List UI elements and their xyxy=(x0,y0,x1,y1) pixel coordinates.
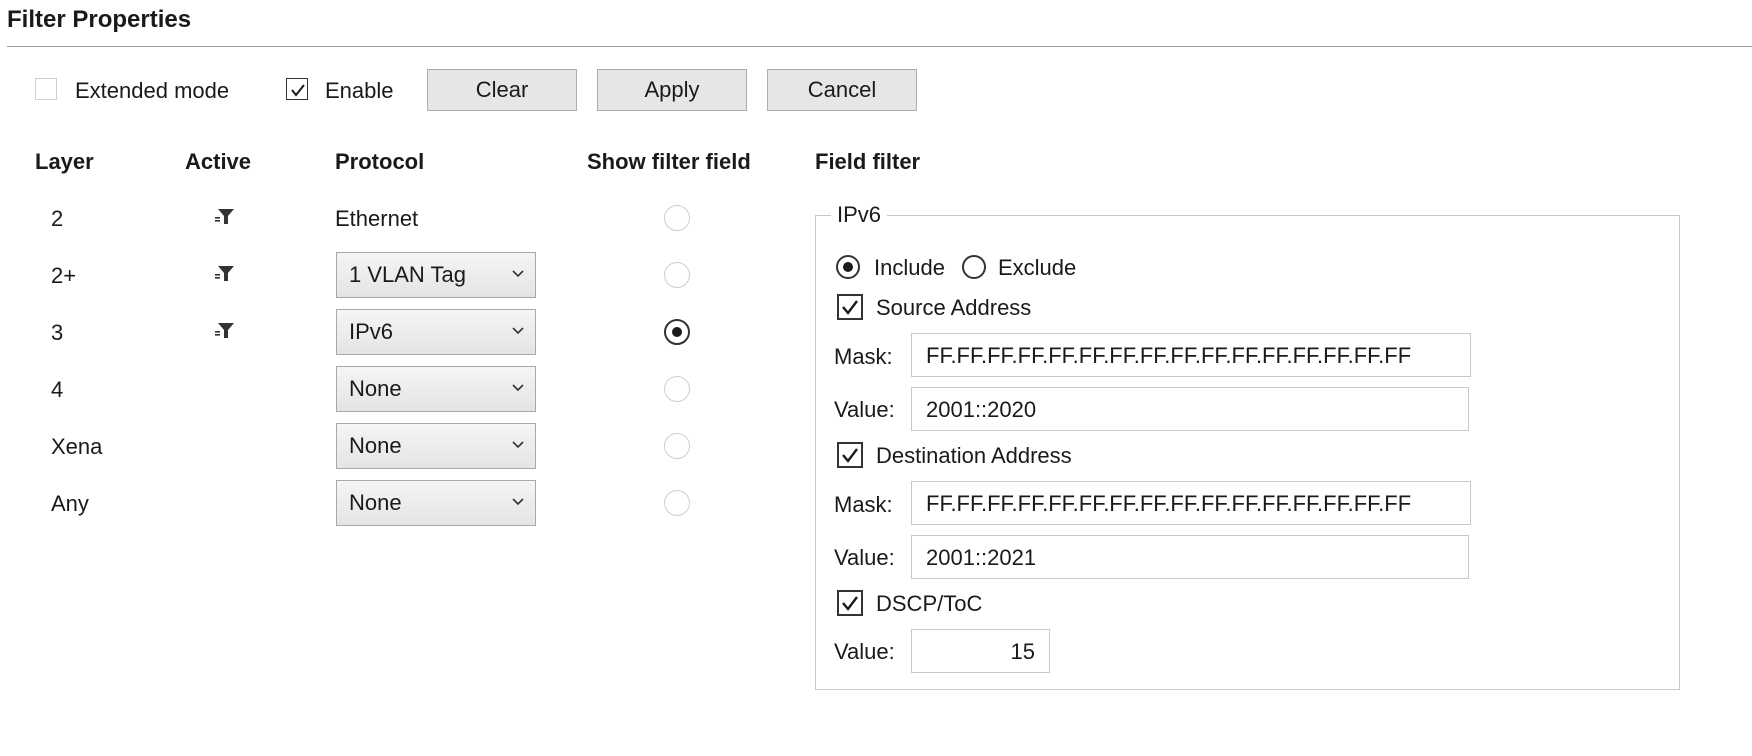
extended-mode-checkbox[interactable] xyxy=(35,78,57,100)
layer-cell: Any xyxy=(51,491,89,516)
layer-cell: 3 xyxy=(51,320,64,345)
show-filter-field-radio-layer-any[interactable] xyxy=(664,490,690,516)
apply-button[interactable]: Apply xyxy=(597,69,747,111)
protocol-select-layer-xena[interactable]: None xyxy=(336,423,536,469)
filter-funnel-icon xyxy=(215,209,234,224)
source-value-text: 2001::2020 xyxy=(926,397,1037,422)
protocol-select-layer-3[interactable]: IPv6 xyxy=(336,309,536,355)
show-filter-field-radio-layer-xena[interactable] xyxy=(664,433,690,459)
protocol-label-ethernet: Ethernet xyxy=(335,206,419,231)
extended-mode-label: Extended mode xyxy=(75,78,230,103)
exclude-radio[interactable] xyxy=(962,255,986,279)
dscp-value-text: 15 xyxy=(1010,639,1035,664)
destination-address-checkbox[interactable] xyxy=(837,442,863,468)
protocol-select-layer-4[interactable]: None xyxy=(336,366,536,412)
source-value-label: Value: xyxy=(834,397,895,422)
layer-cell: 2+ xyxy=(51,263,77,288)
enable-checkbox[interactable] xyxy=(286,78,308,100)
dscp-checkbox[interactable] xyxy=(837,590,863,616)
exclude-label: Exclude xyxy=(998,255,1077,280)
source-mask-value: FF.FF.FF.FF.FF.FF.FF.FF.FF.FF.FF.FF.FF.F… xyxy=(926,343,1412,368)
destination-mask-value: FF.FF.FF.FF.FF.FF.FF.FF.FF.FF.FF.FF.FF.F… xyxy=(926,491,1412,516)
show-filter-field-radio-layer-2plus[interactable] xyxy=(664,262,690,288)
enable-label: Enable xyxy=(325,78,394,103)
dscp-value-label: Value: xyxy=(834,639,895,664)
title-divider xyxy=(7,46,1752,47)
protocol-select-layer-any[interactable]: None xyxy=(336,480,536,526)
page-title: Filter Properties xyxy=(7,6,192,33)
column-header-show-filter-field: Show filter field xyxy=(587,149,751,174)
source-address-checkbox[interactable] xyxy=(837,294,863,320)
protocol-select-value: None xyxy=(349,490,402,515)
filter-funnel-icon xyxy=(215,323,234,338)
destination-value-label: Value: xyxy=(834,545,895,570)
include-label: Include xyxy=(874,255,945,280)
column-header-layer: Layer xyxy=(35,149,94,174)
source-value-input[interactable]: 2001::2020 xyxy=(911,387,1469,431)
field-filter-group-title: IPv6 xyxy=(831,202,888,228)
source-mask-input[interactable]: FF.FF.FF.FF.FF.FF.FF.FF.FF.FF.FF.FF.FF.F… xyxy=(911,333,1471,377)
show-filter-field-radio-layer-3[interactable] xyxy=(664,319,690,345)
checkmark-icon xyxy=(842,448,858,463)
show-filter-field-radio-layer-2[interactable] xyxy=(664,205,690,231)
destination-value-input[interactable]: 2001::2021 xyxy=(911,535,1469,579)
protocol-select-layer-2plus[interactable]: 1 VLAN Tag xyxy=(336,252,536,298)
layer-cell: 4 xyxy=(51,377,64,402)
source-address-label: Source Address xyxy=(876,295,1032,320)
dscp-label: DSCP/ToC xyxy=(876,591,983,616)
chevron-down-icon xyxy=(512,384,524,392)
column-header-active: Active xyxy=(185,149,252,174)
destination-value-text: 2001::2021 xyxy=(926,545,1037,570)
layer-cell: 2 xyxy=(51,206,64,231)
clear-button[interactable]: Clear xyxy=(427,69,577,111)
filter-funnel-icon xyxy=(215,266,234,281)
protocol-select-value: IPv6 xyxy=(349,319,394,344)
chevron-down-icon xyxy=(512,441,524,449)
include-radio[interactable] xyxy=(836,255,860,279)
checkmark-icon xyxy=(842,596,858,611)
chevron-down-icon xyxy=(512,270,524,278)
chevron-down-icon xyxy=(512,498,524,506)
dscp-value-input[interactable]: 15 xyxy=(911,629,1050,673)
column-header-field-filter: Field filter xyxy=(815,149,921,174)
show-filter-field-radio-layer-4[interactable] xyxy=(664,376,690,402)
destination-mask-label: Mask: xyxy=(834,492,893,517)
column-header-protocol: Protocol xyxy=(335,149,425,174)
cancel-button[interactable]: Cancel xyxy=(767,69,917,111)
destination-address-label: Destination Address xyxy=(876,443,1072,468)
protocol-select-value: None xyxy=(349,376,402,401)
protocol-select-value: 1 VLAN Tag xyxy=(349,262,467,287)
destination-mask-input[interactable]: FF.FF.FF.FF.FF.FF.FF.FF.FF.FF.FF.FF.FF.F… xyxy=(911,481,1471,525)
protocol-select-value: None xyxy=(349,433,402,458)
layer-cell: Xena xyxy=(51,434,103,459)
chevron-down-icon xyxy=(512,327,524,335)
checkmark-icon xyxy=(291,84,305,97)
checkmark-icon xyxy=(842,300,858,315)
source-mask-label: Mask: xyxy=(834,344,893,369)
